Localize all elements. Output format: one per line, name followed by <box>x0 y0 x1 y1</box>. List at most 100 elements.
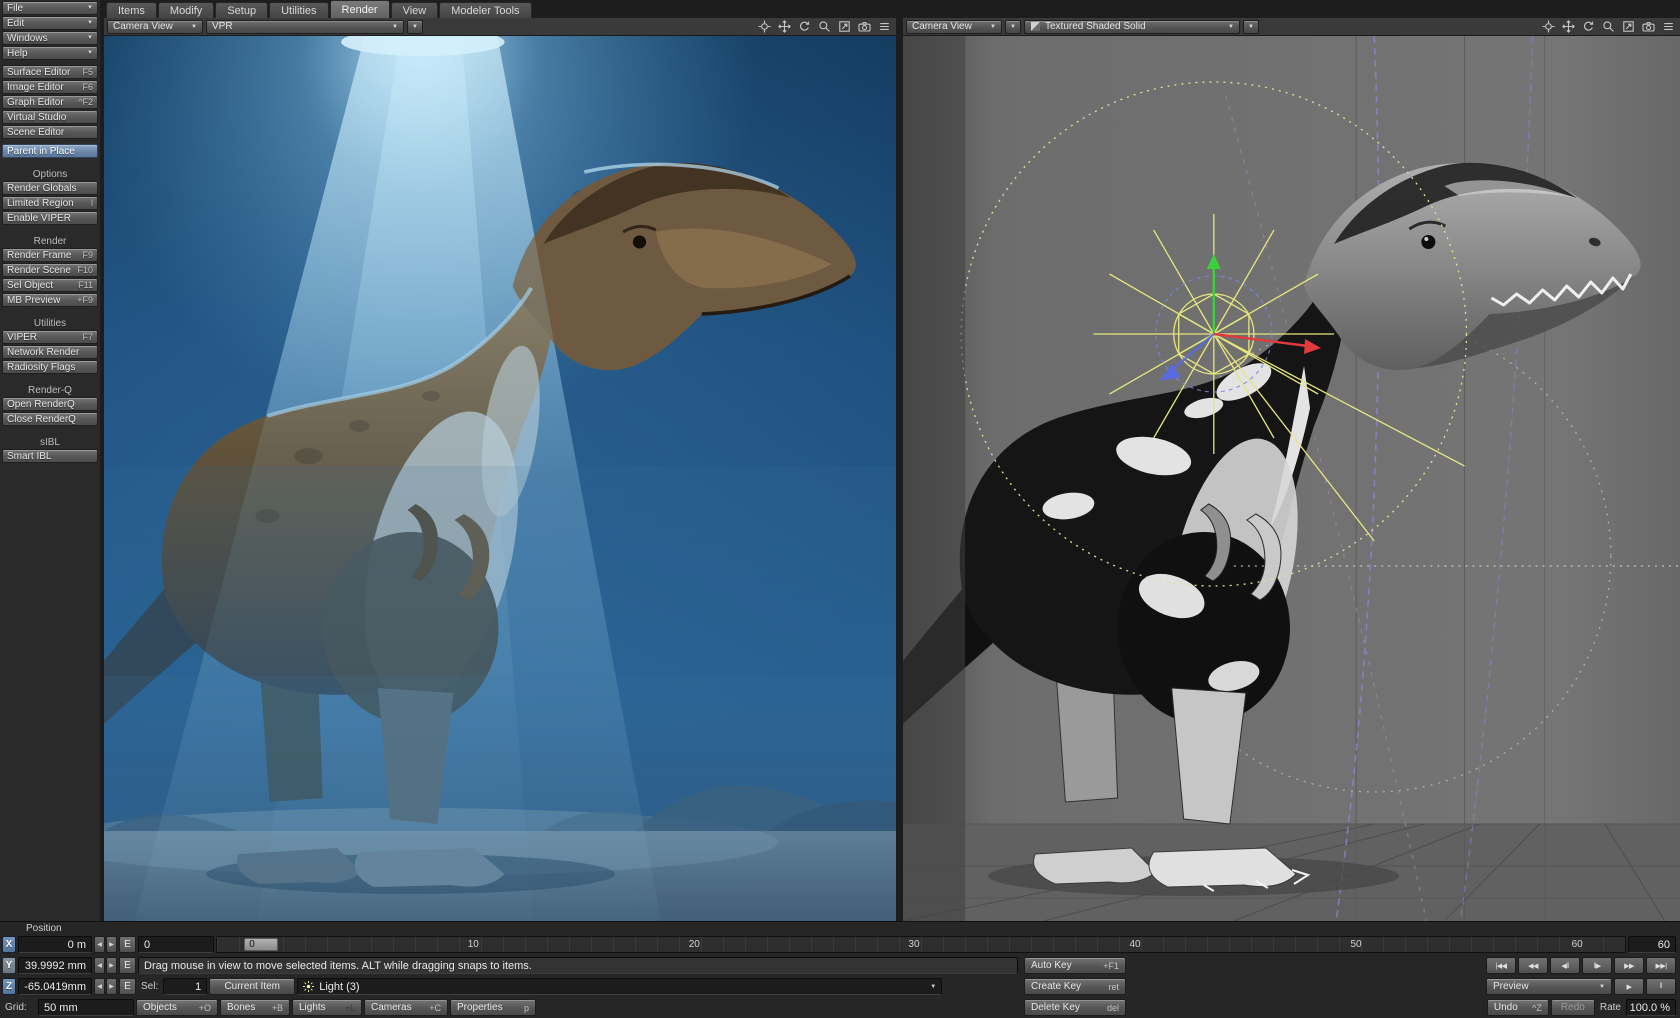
sidebar-item-render-scene[interactable]: Render SceneF10 <box>2 263 98 277</box>
objects-mode-button[interactable]: Objects+O <box>136 999 218 1016</box>
current-item-button[interactable]: Current Item <box>209 978 295 995</box>
x-value-field[interactable]: 0 m <box>18 936 92 953</box>
menu-windows[interactable]: Windows▼ <box>2 31 98 45</box>
preview-dropdown[interactable]: Preview▼ <box>1486 978 1612 995</box>
sidebar-item-smart-ibl[interactable]: Smart IBL <box>2 449 98 463</box>
go-to-start-button[interactable]: |◀◀ <box>1486 957 1516 974</box>
viewport-left-canvas[interactable] <box>104 36 896 921</box>
undo-button[interactable]: Undo^Z <box>1487 999 1549 1016</box>
sidebar-item-graph-editor[interactable]: Graph Editor^F2 <box>2 95 98 109</box>
tab-utilities[interactable]: Utilities <box>269 2 328 18</box>
sidebar-item-close-renderq[interactable]: Close RenderQ <box>2 412 98 426</box>
rotate-view-icon[interactable] <box>1579 19 1597 34</box>
y-axis-badge[interactable]: Y <box>2 957 16 974</box>
center-view-icon[interactable] <box>1539 19 1557 34</box>
tab-view[interactable]: View <box>391 2 439 18</box>
view-type-dropdown[interactable]: Camera View▼ <box>906 20 1002 34</box>
menu-label: Windows <box>7 33 48 44</box>
sidebar-item-image-editor[interactable]: Image EditorF6 <box>2 80 98 94</box>
sidebar-item-limited-region[interactable]: Limited Regionl <box>2 196 98 210</box>
button-label: Objects <box>143 1002 177 1013</box>
z-axis-badge[interactable]: Z <box>2 978 16 995</box>
z-envelope-button[interactable]: E <box>119 978 136 995</box>
sel-count-field[interactable]: 1 <box>163 978 207 995</box>
z-step-right-icon[interactable]: ▶ <box>106 978 117 995</box>
sidebar-item-open-renderq[interactable]: Open RenderQ <box>2 397 98 411</box>
viewport-menu-icon[interactable] <box>1659 19 1677 34</box>
delete-key-button[interactable]: Delete Keydel <box>1024 999 1126 1016</box>
zoom-view-icon[interactable] <box>815 19 833 34</box>
play-button[interactable]: ▶ <box>1614 978 1644 995</box>
tab-setup[interactable]: Setup <box>215 2 268 18</box>
button-label: Preview <box>1493 981 1529 992</box>
render-mode-dropdown[interactable]: VPR▼ <box>206 20 404 34</box>
center-view-icon[interactable] <box>755 19 773 34</box>
sidebar-item-render-globals[interactable]: Render Globals <box>2 181 98 195</box>
rotate-view-icon[interactable] <box>795 19 813 34</box>
x-axis-badge[interactable]: X <box>2 936 16 953</box>
maximize-view-icon[interactable] <box>835 19 853 34</box>
pan-view-icon[interactable] <box>775 19 793 34</box>
view-type-dropdown[interactable]: Camera View▼ <box>107 20 203 34</box>
timeline-ruler[interactable]: 0 10 20 30 40 50 60 0 <box>216 936 1626 953</box>
chevron-down-icon: ▼ <box>187 24 197 30</box>
x-step-right-icon[interactable]: ▶ <box>106 936 117 953</box>
tab-modify[interactable]: Modify <box>158 2 214 18</box>
cameras-mode-button[interactable]: Cameras+C <box>364 999 448 1016</box>
tab-modeler-tools[interactable]: Modeler Tools <box>439 2 531 18</box>
sidebar-item-mb-preview[interactable]: MB Preview+F9 <box>2 293 98 307</box>
z-step-left-icon[interactable]: ◀ <box>94 978 105 995</box>
step-forward-button[interactable]: ‖▶ <box>1582 957 1612 974</box>
sidebar-item-enable-viper[interactable]: Enable VIPER <box>2 211 98 225</box>
lights-mode-button[interactable]: Lights+L <box>292 999 362 1016</box>
step-back-button[interactable]: ◀‖ <box>1550 957 1580 974</box>
sidebar-item-network-render[interactable]: Network Render <box>2 345 98 359</box>
render-mode-dropdown[interactable]: Textured Shaded Solid▼ <box>1024 20 1240 34</box>
sidebar-item-sel-object[interactable]: Sel ObjectF11 <box>2 278 98 292</box>
x-envelope-button[interactable]: E <box>119 936 136 953</box>
viewport-flyout-button[interactable]: ▼ <box>1005 20 1021 34</box>
maximize-view-icon[interactable] <box>1619 19 1637 34</box>
sidebar-item-surface-editor[interactable]: Surface EditorF5 <box>2 65 98 79</box>
y-step-right-icon[interactable]: ▶ <box>106 957 117 974</box>
current-item-dropdown[interactable]: Light (3) ▼ <box>297 978 942 995</box>
viewport-left-header: Camera View▼ VPR▼ ▼ <box>104 18 896 36</box>
end-frame-field[interactable]: 60 <box>1628 936 1676 953</box>
next-key-button[interactable]: ▶▶ <box>1614 957 1644 974</box>
tab-items[interactable]: Items <box>106 2 157 18</box>
tab-render[interactable]: Render <box>330 0 390 18</box>
sidebar-item-viper[interactable]: VIPERF7 <box>2 330 98 344</box>
menu-help[interactable]: Help▼ <box>2 46 98 60</box>
x-step-left-icon[interactable]: ◀ <box>94 936 105 953</box>
timeline-scrubber[interactable]: 0 <box>244 938 278 951</box>
y-envelope-button[interactable]: E <box>119 957 136 974</box>
previous-key-button[interactable]: ◀◀ <box>1518 957 1548 974</box>
menu-file[interactable]: File▼ <box>2 1 98 15</box>
go-to-end-button[interactable]: ▶▶| <box>1646 957 1676 974</box>
render-mode-value: Textured Shaded Solid <box>1045 21 1146 32</box>
viewport-right-canvas[interactable] <box>903 36 1680 921</box>
sidebar-item-radiosity-flags[interactable]: Radiosity Flags <box>2 360 98 374</box>
viewport-flyout-button[interactable]: ▼ <box>407 20 423 34</box>
zoom-view-icon[interactable] <box>1599 19 1617 34</box>
menu-edit[interactable]: Edit▼ <box>2 16 98 30</box>
viewport-flyout-button[interactable]: ▼ <box>1243 20 1259 34</box>
sidebar-item-virtual-studio[interactable]: Virtual Studio <box>2 110 98 124</box>
sidebar-item-render-frame[interactable]: Render FrameF9 <box>2 248 98 262</box>
y-value-field[interactable]: 39.9992 mm <box>18 957 92 974</box>
current-frame-field[interactable]: 0 <box>138 936 214 953</box>
pause-button[interactable]: ‖ <box>1646 978 1676 995</box>
redo-button[interactable]: Redo <box>1551 999 1595 1016</box>
bones-mode-button[interactable]: Bones+B <box>220 999 290 1016</box>
z-value-field[interactable]: -65.0419mm <box>18 978 92 995</box>
y-step-left-icon[interactable]: ◀ <box>94 957 105 974</box>
camera-icon[interactable] <box>855 19 873 34</box>
create-key-button[interactable]: Create Keyret <box>1024 978 1126 995</box>
properties-button[interactable]: Propertiesp <box>450 999 536 1016</box>
pan-view-icon[interactable] <box>1559 19 1577 34</box>
viewport-menu-icon[interactable] <box>875 19 893 34</box>
sidebar-item-par​ent-in-place[interactable]: Parent in Place <box>2 144 98 158</box>
camera-icon[interactable] <box>1639 19 1657 34</box>
sidebar-item-scene-editor[interactable]: Scene Editor <box>2 125 98 139</box>
auto-key-button[interactable]: Auto Key+F1 <box>1024 957 1126 974</box>
